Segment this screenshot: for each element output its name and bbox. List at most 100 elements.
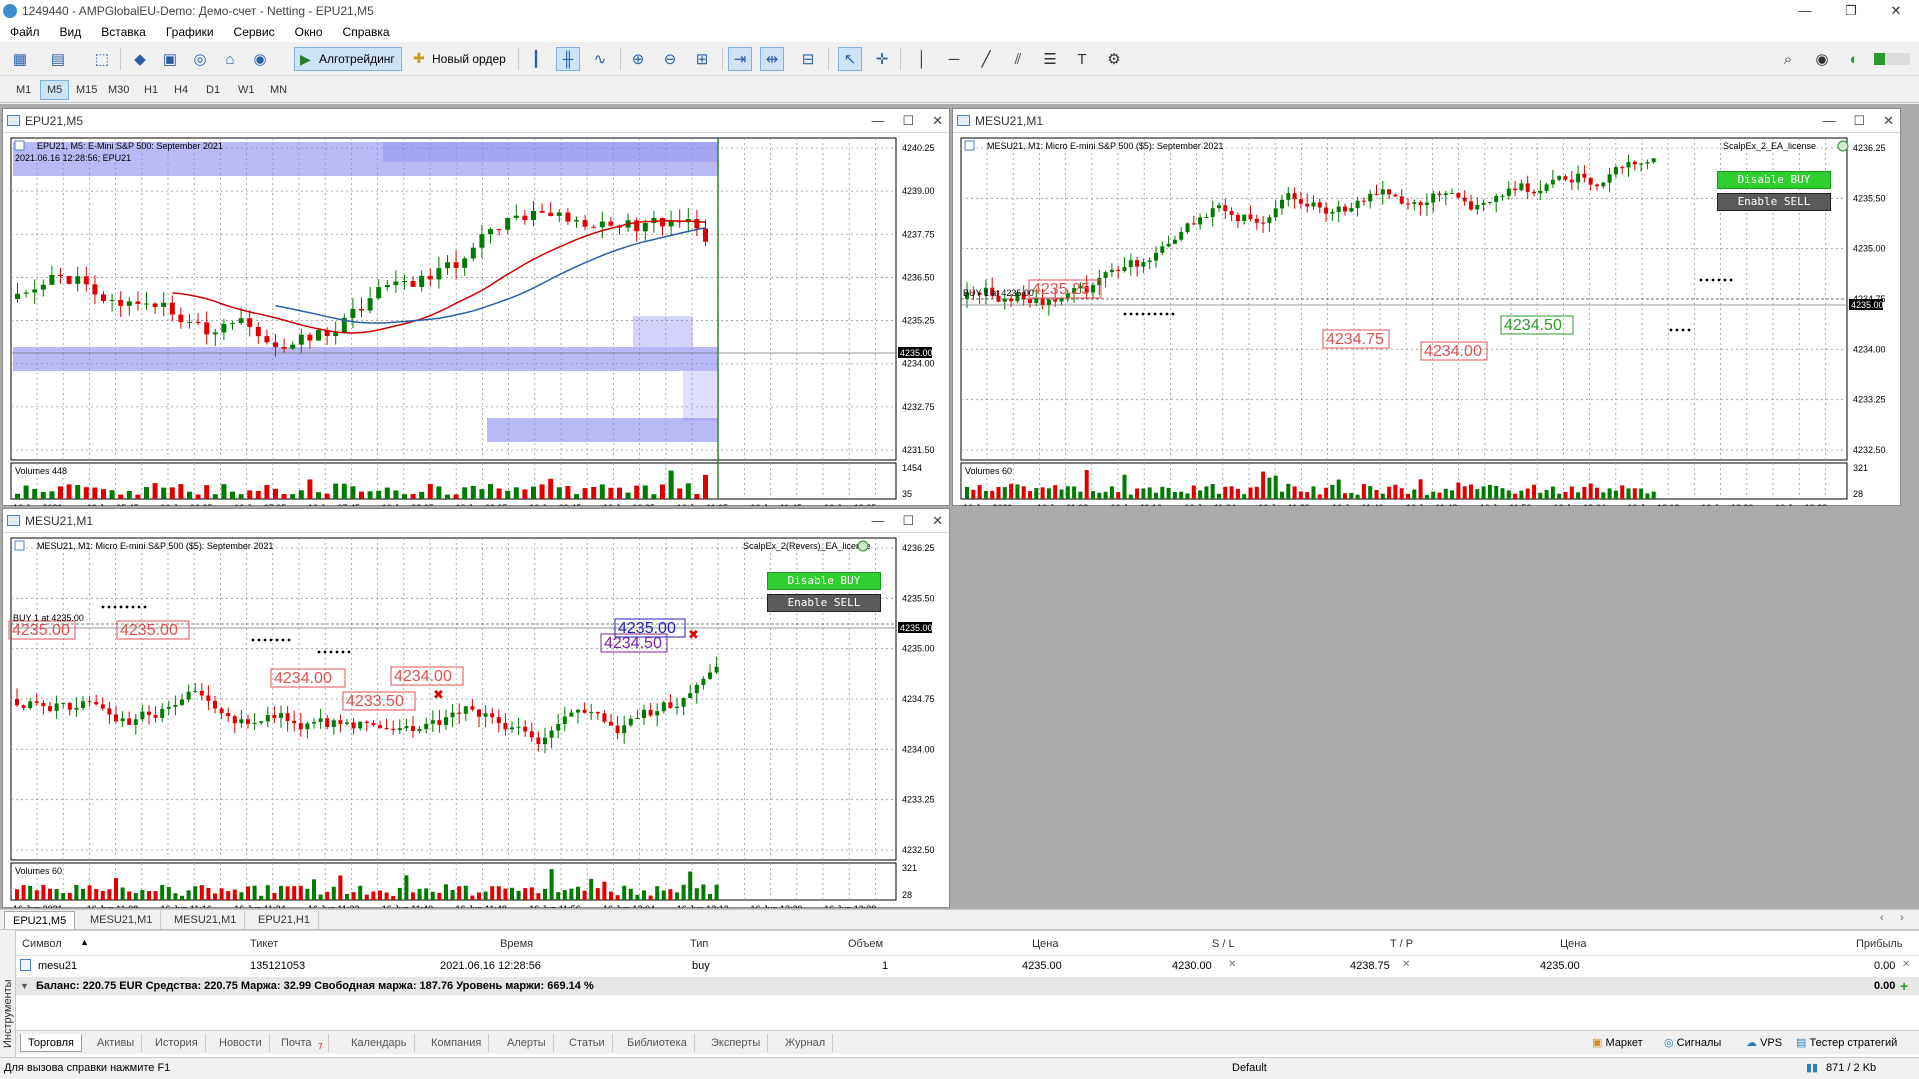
- tester-link[interactable]: ▤ Тестер стратегий: [1796, 1034, 1897, 1052]
- cursor-icon[interactable]: ↖: [838, 47, 862, 71]
- chart-tab-epu-m5[interactable]: EPU21,M5: [4, 911, 76, 929]
- fibonacci-icon[interactable]: ☰: [1038, 47, 1062, 71]
- menu-tools[interactable]: Сервис: [224, 22, 285, 42]
- col-price[interactable]: Цена: [1032, 938, 1058, 950]
- chart-close-button[interactable]: ✕: [1883, 109, 1894, 133]
- horizontal-line-icon[interactable]: ─: [942, 47, 966, 71]
- autoscroll-icon[interactable]: ⇥: [728, 47, 752, 71]
- col-tp[interactable]: T / P: [1390, 938, 1413, 950]
- menu-window[interactable]: Окно: [285, 22, 333, 42]
- chart-window-mesu-bottom[interactable]: MESU21,M1 — ☐ ✕ 4236.25 4235.50 4235.00 4234.…: [2, 508, 950, 908]
- trendline-icon[interactable]: ╱: [974, 47, 998, 71]
- toolbox-side-bar[interactable]: Инструменты: [0, 930, 16, 1057]
- strategy-tester-icon[interactable]: ⌂: [218, 47, 242, 71]
- new-order-button[interactable]: ✚ Новый ордер: [408, 47, 512, 71]
- market-link[interactable]: ▣ Маркет: [1592, 1034, 1643, 1052]
- tile-windows-icon[interactable]: ⊞: [690, 47, 714, 71]
- disable-buy-button[interactable]: Disable BUY: [1717, 171, 1831, 189]
- tf-h4[interactable]: H4: [168, 80, 194, 100]
- enable-sell-button[interactable]: Enable SELL: [767, 594, 881, 612]
- indicators-icon[interactable]: ⊟: [796, 47, 820, 71]
- tab-assets[interactable]: Активы: [90, 1034, 143, 1052]
- chart-tab-mesu-m1[interactable]: MESU21,M1: [82, 911, 162, 929]
- collapse-icon[interactable]: ▼: [20, 977, 29, 995]
- tf-mn[interactable]: MN: [264, 80, 293, 100]
- mesu-right-chart-canvas[interactable]: 4236.25 4235.50 4235.00 4234.75 4234.00 4233.…: [953, 134, 1900, 506]
- zoom-out-icon[interactable]: ⊖: [658, 47, 682, 71]
- tab-scroll-right-icon[interactable]: ›: [1900, 912, 1904, 924]
- metaeditor-icon[interactable]: ◉: [248, 47, 272, 71]
- chart-minimize-button[interactable]: —: [871, 509, 884, 533]
- tf-m1[interactable]: M1: [10, 80, 37, 100]
- col-ticket[interactable]: Тикет: [250, 938, 278, 950]
- tf-d1[interactable]: D1: [200, 80, 226, 100]
- menu-help[interactable]: Справка: [333, 22, 400, 42]
- equidistant-channel-icon[interactable]: ⫽: [1006, 47, 1030, 71]
- disable-buy-button[interactable]: Disable BUY: [767, 572, 881, 590]
- remove-sl-icon[interactable]: ✕: [1228, 959, 1236, 970]
- vertical-line-icon[interactable]: │: [910, 47, 934, 71]
- tab-journal[interactable]: Журнал: [778, 1034, 834, 1052]
- tab-mail[interactable]: Почта 7: [274, 1034, 329, 1052]
- chart-tab-epu-h1[interactable]: EPU21,H1: [250, 911, 319, 929]
- bar-chart-icon[interactable]: ┃: [524, 47, 548, 71]
- tab-scroll-left-icon[interactable]: ‹: [1880, 912, 1884, 924]
- tab-library[interactable]: Библиотека: [620, 1034, 695, 1052]
- market-watch-icon[interactable]: ⬚: [90, 47, 114, 71]
- tab-articles[interactable]: Статьи: [562, 1034, 613, 1052]
- menu-charts[interactable]: Графики: [156, 22, 224, 42]
- col-sl[interactable]: S / L: [1212, 938, 1235, 950]
- tf-m5[interactable]: M5: [40, 80, 70, 100]
- profiles-icon[interactable]: ▤: [46, 47, 70, 71]
- tf-w1[interactable]: W1: [232, 80, 261, 100]
- maximize-button[interactable]: ❐: [1828, 0, 1874, 22]
- shapes-icon[interactable]: ⚙: [1102, 47, 1126, 71]
- search-icon[interactable]: ⌕: [1776, 47, 1800, 71]
- add-icon[interactable]: +: [1900, 977, 1908, 995]
- chart-window-mesu-right[interactable]: MESU21,M1 — ☐ ✕ 4236.25 4235.50 4235.00 4234.…: [952, 108, 1901, 506]
- close-position-icon[interactable]: ✕: [1902, 959, 1910, 970]
- chart-maximize-button[interactable]: ☐: [902, 109, 914, 133]
- zoom-in-icon[interactable]: ⊕: [626, 47, 650, 71]
- minimize-button[interactable]: —: [1782, 0, 1828, 22]
- chart-close-button[interactable]: ✕: [932, 509, 943, 533]
- tab-company[interactable]: Компания: [424, 1034, 490, 1052]
- menu-view[interactable]: Вид: [50, 22, 92, 42]
- tf-h1[interactable]: H1: [138, 80, 164, 100]
- tab-history[interactable]: История: [148, 1034, 206, 1052]
- tab-experts[interactable]: Эксперты: [704, 1034, 769, 1052]
- algotrading-button[interactable]: ▶ Алготрейдинг: [294, 47, 402, 71]
- col-volume[interactable]: Объем: [848, 938, 883, 950]
- tab-calendar[interactable]: Календарь: [344, 1034, 415, 1052]
- remove-tp-icon[interactable]: ✕: [1402, 959, 1410, 970]
- level-icon[interactable]: ◐: [1842, 47, 1866, 71]
- chart-close-button[interactable]: ✕: [932, 109, 943, 133]
- tf-m15[interactable]: M15: [70, 80, 103, 100]
- row-sl[interactable]: 4230.00: [1172, 960, 1212, 972]
- chart-minimize-button[interactable]: —: [1822, 109, 1835, 133]
- lock-icon[interactable]: ▣: [158, 47, 182, 71]
- col-price2[interactable]: Цена: [1560, 938, 1586, 950]
- enable-sell-button[interactable]: Enable SELL: [1717, 193, 1831, 211]
- tab-trade[interactable]: Торговля: [20, 1034, 82, 1052]
- chart-maximize-button[interactable]: ☐: [1853, 109, 1865, 133]
- col-type[interactable]: Тип: [690, 938, 708, 950]
- navigator-icon[interactable]: ◆: [128, 47, 152, 71]
- tab-news[interactable]: Новости: [212, 1034, 270, 1052]
- chart-tab-mesu-m1-2[interactable]: MESU21,M1: [166, 911, 246, 929]
- close-button[interactable]: ✕: [1873, 0, 1919, 22]
- signals-icon[interactable]: ◎: [188, 47, 212, 71]
- chart-minimize-button[interactable]: —: [871, 109, 884, 133]
- epu-chart-canvas[interactable]: 4240.25 4239.00 4237.75 4236.50 4235.25 4234.…: [3, 134, 949, 506]
- line-chart-icon[interactable]: ∿: [588, 47, 612, 71]
- vps-link[interactable]: ☁ VPS: [1746, 1034, 1782, 1052]
- menu-file[interactable]: Файл: [0, 22, 50, 42]
- chart-window-epu[interactable]: EPU21,M5 — ☐ ✕ 4240.25 4239.00 4237.75 4236.5…: [2, 108, 950, 506]
- text-icon[interactable]: T: [1070, 47, 1094, 71]
- crosshair-icon[interactable]: ✛: [870, 47, 894, 71]
- account-icon[interactable]: ◉: [1810, 47, 1834, 71]
- tab-alerts[interactable]: Алерты: [500, 1034, 554, 1052]
- tf-m30[interactable]: M30: [102, 80, 135, 100]
- signals-link[interactable]: ◎ Сигналы: [1664, 1034, 1721, 1052]
- menu-insert[interactable]: Вставка: [91, 22, 156, 42]
